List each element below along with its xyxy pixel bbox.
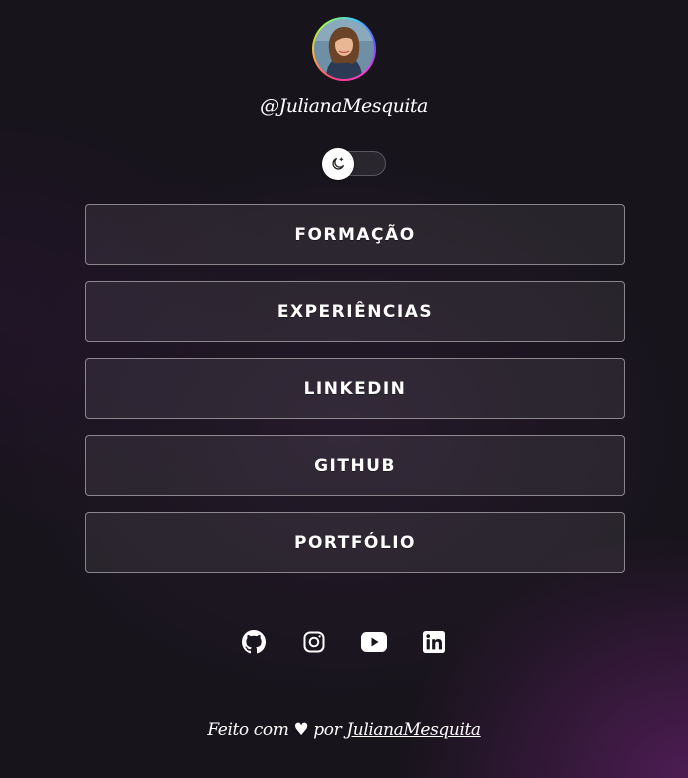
theme-toggle[interactable] (322, 148, 387, 180)
link-list: FORMAÇÃO EXPERIÊNCIAS LINKEDIN GITHUB PO… (85, 204, 625, 589)
youtube-social-link[interactable] (360, 628, 388, 656)
instagram-icon (303, 631, 325, 653)
profile-handle: @JulianaMesquita (260, 95, 428, 117)
link-formacao-label: FORMAÇÃO (294, 224, 416, 245)
link-experiencias-button[interactable]: EXPERIÊNCIAS (85, 281, 625, 342)
link-experiencias-label: EXPERIÊNCIAS (276, 301, 434, 322)
link-formacao-button[interactable]: FORMAÇÃO (85, 204, 625, 265)
footer: Feito com ♥ por JulianaMesquita (0, 720, 688, 740)
avatar (314, 19, 374, 79)
youtube-icon (361, 632, 387, 652)
github-icon (242, 630, 266, 654)
moon-icon (332, 157, 344, 170)
footer-author-link[interactable]: JulianaMesquita (346, 720, 481, 740)
avatar-ring (312, 17, 376, 81)
linkedin-social-link[interactable] (420, 628, 448, 656)
link-linkedin-label: LINKEDIN (303, 378, 407, 399)
link-github-label: GITHUB (314, 455, 396, 476)
link-portfolio-label: PORTFÓLIO (293, 532, 416, 553)
link-linkedin-button[interactable]: LINKEDIN (85, 358, 625, 419)
link-portfolio-button[interactable]: PORTFÓLIO (85, 512, 625, 573)
toggle-knob[interactable] (322, 148, 354, 180)
instagram-social-link[interactable] (300, 628, 328, 656)
github-social-link[interactable] (240, 628, 268, 656)
social-links (0, 628, 688, 656)
linkedin-icon (423, 631, 445, 653)
link-github-button[interactable]: GITHUB (85, 435, 625, 496)
profile-header: @JulianaMesquita (0, 17, 688, 117)
footer-prefix: Feito com ♥ por (207, 720, 342, 740)
